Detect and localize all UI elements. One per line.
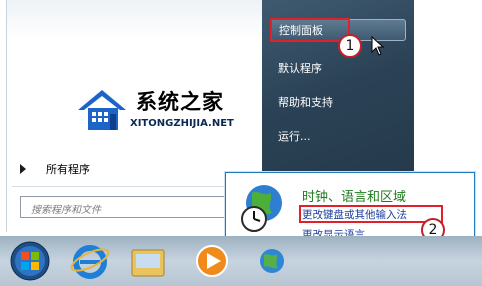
windows-explorer-icon[interactable] <box>124 240 172 282</box>
house-logo-icon <box>78 90 126 130</box>
network-icon[interactable] <box>246 240 294 282</box>
watermark-logo: 系统之家 XITONGZHIJIA.NET <box>74 84 244 136</box>
internet-explorer-icon[interactable] <box>66 240 114 282</box>
run-label: 运行... <box>278 130 311 143</box>
all-programs-button[interactable]: 所有程序 <box>14 156 252 182</box>
watermark-brand: 系统之家 <box>136 90 224 114</box>
help-support-label: 帮助和支持 <box>278 96 333 109</box>
highlight-box-control-panel <box>270 18 350 42</box>
media-player-icon[interactable] <box>188 240 236 282</box>
triangle-right-icon <box>20 164 26 174</box>
search-input[interactable]: 搜索程序和文件 <box>20 196 248 218</box>
default-programs-item[interactable]: 默认程序 <box>270 57 406 79</box>
help-support-item[interactable]: 帮助和支持 <box>270 91 406 113</box>
globe-clock-icon <box>241 185 282 232</box>
category-title[interactable]: 时钟、语言和区域 <box>302 186 406 205</box>
watermark-site: XITONGZHIJIA.NET <box>130 118 234 129</box>
all-programs-label: 所有程序 <box>46 163 90 176</box>
start-orb-icon[interactable] <box>6 240 54 282</box>
step-badge-1: 1 <box>338 34 362 58</box>
mouse-cursor-icon <box>371 36 385 56</box>
run-item[interactable]: 运行... <box>270 125 406 147</box>
divider <box>12 186 252 187</box>
highlight-box-keyboard-link <box>299 205 443 223</box>
default-programs-label: 默认程序 <box>278 62 322 75</box>
taskbar <box>0 236 482 286</box>
